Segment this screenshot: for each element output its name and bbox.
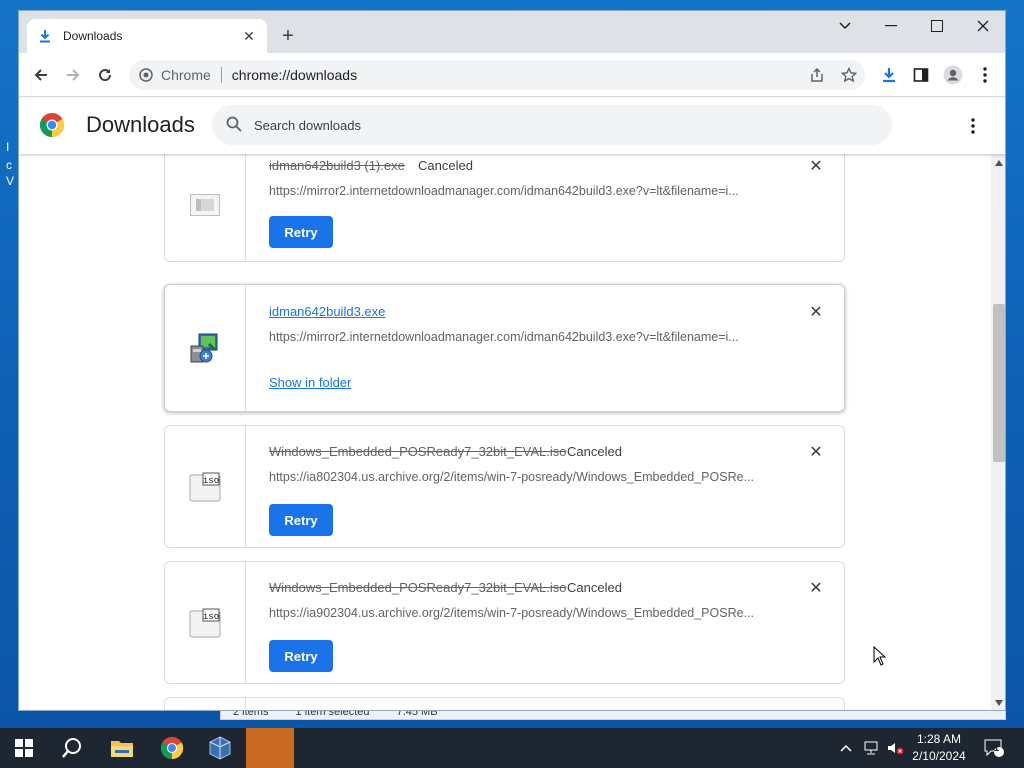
network-icon[interactable] (860, 728, 882, 768)
clock-date: 2/10/2024 (912, 749, 966, 763)
remove-item-close-icon[interactable]: ✕ (806, 156, 826, 176)
page-scrollbar[interactable] (991, 154, 1005, 710)
tray-expand-chevron-icon[interactable] (836, 728, 856, 768)
iso-file-icon: iso (189, 608, 221, 637)
notification-count: 1 (994, 743, 1000, 753)
file-icon-column (165, 698, 246, 710)
retry-button[interactable]: Retry (269, 216, 333, 248)
svg-text:iso: iso (203, 612, 219, 622)
search-downloads-box[interactable] (212, 105, 892, 145)
chrome-small-icon (139, 68, 153, 82)
chrome-menu-icon[interactable] (973, 63, 997, 87)
installer-icon (190, 333, 218, 363)
chrome-logo-icon (39, 113, 65, 137)
tab-title: Downloads (63, 29, 123, 43)
chrome-taskbar-icon[interactable] (148, 728, 196, 768)
show-in-folder-link[interactable]: Show in folder (269, 375, 351, 390)
retry-button[interactable]: Retry (269, 504, 333, 536)
url-text[interactable]: chrome://downloads (232, 67, 357, 83)
search-taskbar-icon[interactable] (48, 728, 96, 768)
back-arrow-icon[interactable] (29, 63, 53, 87)
download-item: ✕ (164, 697, 845, 710)
remove-item-close-icon[interactable]: ✕ (806, 442, 826, 462)
bookmark-star-icon[interactable] (837, 63, 861, 87)
iso-file-icon: iso (189, 472, 221, 501)
close-window-button[interactable] (960, 11, 1005, 41)
file-icon-column (165, 154, 246, 261)
blank-file-icon (190, 194, 220, 216)
download-status: Canceled (567, 580, 622, 595)
scroll-down-arrow-icon[interactable] (995, 700, 1003, 706)
downloads-menu-icon[interactable] (961, 114, 985, 138)
desktop-icon-label: I (6, 140, 10, 154)
taskbar: 1:28 AM 2/10/2024 1 (0, 728, 1024, 768)
file-name[interactable]: Windows_Embedded_POSReady7_32bit_EVAL.is… (269, 580, 567, 595)
download-status: Canceled (567, 444, 622, 459)
new-tab-button[interactable]: + (277, 25, 299, 47)
mouse-cursor-icon (873, 646, 887, 666)
desktop-icon-label: c (6, 158, 12, 172)
file-url[interactable]: https://mirror2.internetdownloadmanager.… (269, 330, 779, 344)
reload-icon[interactable] (93, 63, 117, 87)
address-bar[interactable]: Chrome chrome://downloads (129, 60, 865, 90)
svg-text:iso: iso (203, 476, 219, 486)
page-title: Downloads (86, 112, 195, 137)
site-chip-label: Chrome (161, 67, 211, 83)
tab-downloads[interactable]: Downloads ✕ (27, 19, 267, 53)
chrome-site-chip[interactable]: Chrome (139, 67, 211, 83)
retry-button[interactable]: Retry (269, 640, 333, 672)
file-name[interactable]: Windows_Embedded_POSReady7_32bit_EVAL.is… (269, 444, 567, 459)
share-icon[interactable] (805, 63, 829, 87)
scroll-up-arrow-icon[interactable] (995, 160, 1003, 166)
scrollbar-thumb[interactable] (993, 304, 1005, 462)
search-input[interactable] (254, 117, 854, 133)
virtualbox-icon[interactable] (196, 728, 244, 768)
desktop-icon-label: V (6, 174, 15, 188)
minimize-button[interactable] (868, 11, 914, 41)
chrome-window: Downloads ✕ + Chrome chrome://downloads … (18, 10, 1006, 711)
download-item: iso Windows_Embedded_POSReady7_32bit_EVA… (164, 561, 845, 684)
tab-close-icon[interactable]: ✕ (241, 28, 257, 44)
profile-avatar-icon[interactable] (941, 63, 965, 87)
download-item: idman642build3 (1).exe Canceled https://… (164, 154, 845, 262)
active-app-taskbar-button[interactable] (246, 728, 294, 768)
file-url[interactable]: https://ia802304.us.archive.org/2/items/… (269, 470, 779, 484)
file-explorer-icon[interactable] (98, 728, 146, 768)
file-icon-column: iso (165, 562, 246, 683)
maximize-button[interactable] (914, 11, 960, 41)
download-item: iso Windows_Embedded_POSReady7_32bit_EVA… (164, 425, 845, 548)
remove-item-close-icon[interactable]: ✕ (806, 302, 826, 322)
notification-center-icon[interactable]: 1 (980, 728, 1008, 768)
taskbar-clock[interactable]: 1:28 AM 2/10/2024 (900, 731, 978, 765)
file-name-link[interactable]: idman642build3.exe (269, 304, 385, 319)
start-button[interactable] (0, 728, 48, 768)
file-name[interactable]: idman642build3 (1).exe (269, 158, 405, 173)
file-icon-column: iso (165, 426, 246, 547)
title-bar: Downloads ✕ + (19, 11, 1005, 53)
download-icon (37, 28, 53, 44)
side-panel-icon[interactable] (909, 63, 933, 87)
downloads-list: idman642build3 (1).exe Canceled https://… (19, 154, 991, 710)
file-url[interactable]: https://ia902304.us.archive.org/2/items/… (269, 606, 779, 620)
remove-item-close-icon[interactable]: ✕ (806, 578, 826, 598)
tab-search-chevron-icon[interactable] (822, 11, 868, 41)
browser-toolbar: Chrome chrome://downloads (19, 53, 1005, 97)
windows-logo-icon (15, 739, 33, 757)
clock-time: 1:28 AM (916, 732, 962, 746)
file-url[interactable]: https://mirror2.internetdownloadmanager.… (269, 184, 779, 198)
omnibox-divider (220, 67, 222, 83)
download-status: Canceled (418, 158, 473, 173)
download-item: idman642build3.exe https://mirror2.inter… (164, 284, 845, 412)
forward-arrow-icon[interactable] (61, 63, 85, 87)
downloads-toolbar-icon[interactable] (877, 63, 901, 87)
file-icon-column (165, 285, 246, 411)
search-icon (226, 116, 242, 135)
downloads-header: Downloads (19, 98, 1005, 154)
